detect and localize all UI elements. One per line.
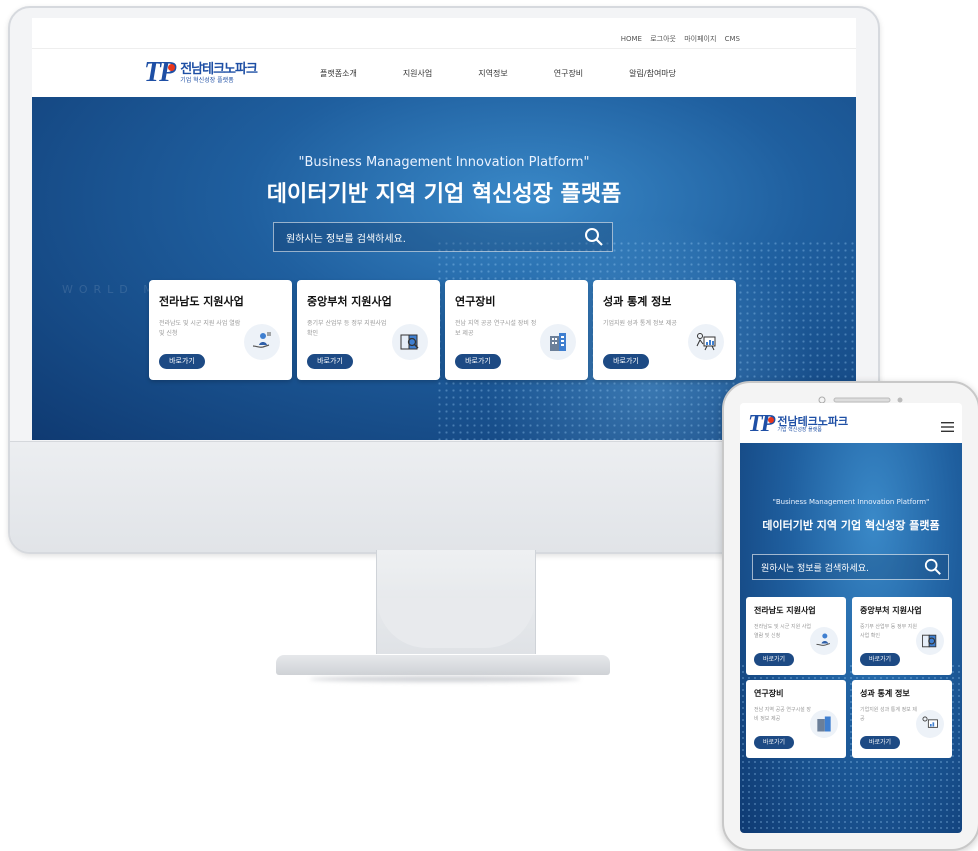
building-icon xyxy=(810,710,838,738)
card-desc: 전남 지역 공공 연구시설 장비 정보 제공 xyxy=(754,707,811,722)
card-research-equipment[interactable]: 연구장비 전남 지역 공공 연구시설 장비 정보 제공 바로가기 xyxy=(746,680,846,758)
menu-item-equipment[interactable]: 연구장비 xyxy=(554,68,583,79)
card-desc: 기업지원 성과 통계 정보 제공 xyxy=(860,707,917,722)
card-desc: 전남 지역 공공 연구시설 장비 정보 제공 xyxy=(455,320,537,337)
card-jeonnam-support[interactable]: 전라남도 지원사업 전라남도 및 시군 지원 사업 열람 및 신청 바로가기 xyxy=(746,597,846,675)
book-magnifier-icon xyxy=(916,627,944,655)
card-title: 성과 통계 정보 xyxy=(603,295,672,308)
search-placeholder: 원하시는 정보를 검색하세요. xyxy=(761,564,869,574)
card-jeonnam-support[interactable]: 전라남도 지원사업 전라남도 및 시군 지원 사업 열람 및 신청 바로가기 xyxy=(149,280,292,380)
mobile-headline: 데이터기반 지역 기업 혁신성장 플랫폼 xyxy=(762,519,940,532)
top-links: HOME 로그아웃 마이페이지 CMS xyxy=(615,34,740,44)
mobile-hero: "Business Management Innovation Platform… xyxy=(740,443,962,833)
monitor-stand-shadow xyxy=(310,676,580,682)
card-performance-stats[interactable]: 성과 통계 정보 기업지원 성과 통계 정보 제공 바로가기 xyxy=(593,280,736,380)
card-title: 성과 통계 정보 xyxy=(860,689,910,698)
search-icon[interactable] xyxy=(924,558,942,580)
card-central-support[interactable]: 중앙부처 지원사업 중기부 산업부 등 정부 지원사업 확인 바로가기 xyxy=(297,280,440,380)
card-title: 전라남도 지원사업 xyxy=(754,606,816,615)
card-desc: 전라남도 및 시군 지원 사업 열람 및 신청 xyxy=(754,624,811,639)
card-performance-stats[interactable]: 성과 통계 정보 기업지원 성과 통계 정보 제공 바로가기 xyxy=(852,680,952,758)
desktop-screen: HOME 로그아웃 마이페이지 CMS TP 전남테크노파크 기업 혁신성장 플… xyxy=(32,18,856,440)
menu-item-notice[interactable]: 알림/참여마당 xyxy=(629,68,676,79)
logo-name: 전남테크노파크 xyxy=(777,415,849,428)
card-title: 중앙부처 지원사업 xyxy=(860,606,922,615)
building-icon xyxy=(540,324,576,360)
top-link-logout[interactable]: 로그아웃 xyxy=(650,35,676,43)
card-go-button[interactable]: 바로가기 xyxy=(159,354,205,369)
presentation-chart-icon xyxy=(688,324,724,360)
card-desc: 전라남도 및 시군 지원 사업 열람 및 신청 xyxy=(159,320,241,337)
search-input[interactable]: 원하시는 정보를 검색하세요. xyxy=(273,222,613,252)
menu-item-support[interactable]: 지원사업 xyxy=(403,68,432,79)
card-go-button[interactable]: 바로가기 xyxy=(754,653,794,666)
top-link-mypage[interactable]: 마이페이지 xyxy=(684,35,716,43)
logo-name: 전남테크노파크 xyxy=(180,61,258,77)
hero-headline: 데이터기반 지역 기업 혁신성장 플랫폼 xyxy=(266,182,622,207)
mobile-header: TP 전남테크노파크 기업 혁신성장 플랫폼 xyxy=(740,403,962,443)
service-cards: 전라남도 지원사업 전라남도 및 시군 지원 사업 열람 및 신청 바로가기 중… xyxy=(149,280,741,380)
logo-mark: TP xyxy=(144,57,176,88)
card-go-button[interactable]: 바로가기 xyxy=(603,354,649,369)
presentation-chart-icon xyxy=(916,710,944,738)
card-go-button[interactable]: 바로가기 xyxy=(754,736,794,749)
card-title: 연구장비 xyxy=(455,295,496,308)
top-link-cms[interactable]: CMS xyxy=(725,35,740,43)
hand-person-icon xyxy=(244,324,280,360)
mobile-logo[interactable]: TP 전남테크노파크 기업 혁신성장 플랫폼 xyxy=(748,411,848,438)
card-central-support[interactable]: 중앙부처 지원사업 중기부 산업부 등 정부 지원사업 확인 바로가기 xyxy=(852,597,952,675)
site-logo[interactable]: TP 전남테크노파크 기업 혁신성장 플랫폼 xyxy=(144,57,258,89)
hand-person-icon xyxy=(810,627,838,655)
card-title: 전라남도 지원사업 xyxy=(159,295,244,308)
logo-sub: 기업 혁신성장 플랫폼 xyxy=(180,76,234,84)
monitor-stand-neck xyxy=(376,550,536,654)
search-placeholder: 원하시는 정보를 검색하세요. xyxy=(286,234,406,245)
card-desc: 중기부 산업부 등 정부 지원사업 확인 xyxy=(307,320,387,337)
mobile-screen: TP 전남테크노파크 기업 혁신성장 플랫폼 "Business Managem… xyxy=(740,403,962,833)
logo-mark: TP xyxy=(748,411,775,437)
card-desc: 중기부 산업부 등 정부 지원사업 확인 xyxy=(860,624,917,639)
card-title: 중앙부처 지원사업 xyxy=(307,295,392,308)
mobile-tagline: "Business Management Innovation Platform… xyxy=(772,498,930,506)
menu-item-platform[interactable]: 플랫폼소개 xyxy=(320,68,357,79)
logo-dot xyxy=(768,416,775,423)
mobile-search-input[interactable]: 원하시는 정보를 검색하세요. xyxy=(752,554,949,580)
book-magnifier-icon xyxy=(392,324,428,360)
card-research-equipment[interactable]: 연구장비 전남 지역 공공 연구시설 장비 정보 제공 바로가기 xyxy=(445,280,588,380)
card-go-button[interactable]: 바로가기 xyxy=(455,354,501,369)
card-go-button[interactable]: 바로가기 xyxy=(860,736,900,749)
search-icon[interactable] xyxy=(584,227,604,247)
menu-item-region[interactable]: 지역정보 xyxy=(478,68,507,79)
menu-bar: 플랫폼소개 지원사업 지역정보 연구장비 알림/참여마당 xyxy=(320,68,722,79)
card-go-button[interactable]: 바로가기 xyxy=(860,653,900,666)
card-desc: 기업지원 성과 통계 정보 제공 xyxy=(603,320,677,327)
logo-dot xyxy=(168,63,176,71)
phone-speaker xyxy=(804,389,914,404)
monitor-stand-base xyxy=(276,655,610,675)
logo-sub: 기업 혁신성장 플랫폼 xyxy=(777,427,822,433)
top-link-home[interactable]: HOME xyxy=(621,35,642,43)
main-nav: TP 전남테크노파크 기업 혁신성장 플랫폼 플랫폼소개 지원사업 지역정보 연… xyxy=(32,48,856,98)
card-title: 연구장비 xyxy=(754,689,784,698)
card-go-button[interactable]: 바로가기 xyxy=(307,354,353,369)
hero-tagline: "Business Management Innovation Platform… xyxy=(298,155,590,170)
hamburger-menu-icon[interactable] xyxy=(941,417,954,432)
mobile-phone: TP 전남테크노파크 기업 혁신성장 플랫폼 "Business Managem… xyxy=(722,381,978,851)
